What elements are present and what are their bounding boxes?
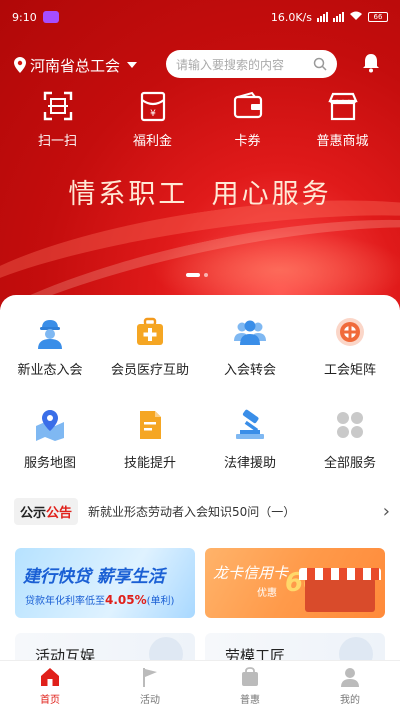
promo-card-title: 龙卡信用卡 xyxy=(213,564,289,582)
promo-card-sub: 优惠 xyxy=(257,588,277,599)
tab-home[interactable]: 首页 xyxy=(0,661,100,711)
promo-credit-card[interactable]: 龙卡信用卡 666 优惠 xyxy=(205,548,385,618)
service-new-member[interactable]: 新业态入会 xyxy=(0,315,100,378)
signal-icon xyxy=(333,12,344,22)
store-icon xyxy=(327,92,358,121)
service-label: 新业态入会 xyxy=(17,363,83,378)
notice-tag: 公示公告 xyxy=(14,497,79,525)
carousel-indicator xyxy=(186,273,208,277)
location-label: 河南省总工会 xyxy=(30,56,121,75)
notice-text: 新就业形态劳动者入会知识50问（一） xyxy=(88,504,296,519)
promo-loan-suffix: (单利) xyxy=(146,596,175,607)
promo-loan-rate: 4.05% xyxy=(105,593,147,607)
location-selector[interactable]: 河南省总工会 xyxy=(14,55,138,76)
service-label: 法律援助 xyxy=(223,456,276,471)
quick-action-label: 扫一扫 xyxy=(37,134,77,149)
service-label: 入会转会 xyxy=(223,363,276,378)
service-label: 全部服务 xyxy=(323,456,376,471)
app-notification-icon xyxy=(42,11,59,23)
market-stall-illustration xyxy=(299,568,381,612)
quick-action-label: 福利金 xyxy=(132,134,172,149)
tab-profile[interactable]: 我的 xyxy=(300,661,400,711)
notice-tag-part2: 公告 xyxy=(46,505,73,521)
user-icon xyxy=(341,668,359,687)
notice-bar[interactable]: 公示公告 新就业形态劳动者入会知识50问（一） › xyxy=(14,495,390,527)
service-union-matrix[interactable]: 工会矩阵 xyxy=(300,315,400,378)
quick-action-welfare[interactable]: ¥ 福利金 xyxy=(113,90,193,149)
caret-down-icon xyxy=(127,62,138,68)
service-grid: 新业态入会 会员医疗互助 入会转会 工会矩阵 服务地图 技能提升 法律援助 全部… xyxy=(0,315,400,471)
svg-text:¥: ¥ xyxy=(150,109,156,119)
carousel-dot xyxy=(204,273,208,277)
service-all[interactable]: 全部服务 xyxy=(300,408,400,471)
promo-banners: 建行快贷 薪享生活 贷款年化利率低至4.05%(单利) 龙卡信用卡 666 优惠 xyxy=(15,548,385,618)
status-bar: 9:10 16.0K/s 66 xyxy=(0,0,400,34)
promo-loan-prefix: 贷款年化利率低至 xyxy=(25,596,105,607)
promo-loan-subtitle: 贷款年化利率低至4.05%(单利) xyxy=(25,592,174,607)
service-map[interactable]: 服务地图 xyxy=(0,408,100,471)
tab-benefits[interactable]: 普惠 xyxy=(200,661,300,711)
tab-label: 普惠 xyxy=(240,695,260,706)
quick-action-label: 普惠商城 xyxy=(316,134,369,149)
quick-action-coupons[interactable]: 卡券 xyxy=(208,90,288,149)
union-emblem-icon xyxy=(336,318,364,346)
tab-label: 我的 xyxy=(340,695,360,706)
service-skills[interactable]: 技能提升 xyxy=(100,408,200,471)
quick-actions: 扫一扫 ¥ 福利金 卡券 普惠商城 xyxy=(0,90,400,149)
chevron-right-icon: › xyxy=(382,500,390,522)
promo-loan-title: 建行快贷 薪享生活 xyxy=(23,567,165,587)
worker-icon xyxy=(38,320,62,349)
carousel-dot-active xyxy=(186,273,200,277)
tab-label: 首页 xyxy=(40,695,60,706)
header: 河南省总工会 请输入要搜索的内容 xyxy=(0,48,400,82)
battery-icon: 66 xyxy=(368,12,388,22)
map-pin-icon xyxy=(36,410,64,441)
main-panel: 新业态入会 会员医疗互助 入会转会 工会矩阵 服务地图 技能提升 法律援助 全部… xyxy=(0,295,400,675)
service-label: 技能提升 xyxy=(123,456,176,471)
bottom-tab-bar: 首页 活动 普惠 我的 xyxy=(0,660,400,711)
medical-kit-icon xyxy=(137,317,163,345)
scan-icon xyxy=(43,91,72,121)
notice-tag-part1: 公示 xyxy=(20,505,47,521)
flag-icon xyxy=(143,668,157,687)
status-time: 9:10 xyxy=(12,10,37,24)
grid-icon xyxy=(337,412,363,438)
top-banner-area xyxy=(0,0,400,310)
network-speed: 16.0K/s xyxy=(270,10,312,24)
document-icon xyxy=(140,411,161,439)
people-group-icon xyxy=(234,320,266,345)
quick-action-scan[interactable]: 扫一扫 xyxy=(18,90,98,149)
home-icon xyxy=(41,668,59,686)
service-label: 工会矩阵 xyxy=(323,363,376,378)
quick-action-store[interactable]: 普惠商城 xyxy=(303,90,383,149)
search-input[interactable]: 请输入要搜索的内容 xyxy=(166,50,337,78)
red-envelope-icon: ¥ xyxy=(140,91,165,122)
tab-label: 活动 xyxy=(140,695,160,706)
gavel-icon xyxy=(236,409,264,439)
search-placeholder: 请输入要搜索的内容 xyxy=(176,57,285,72)
tab-activities[interactable]: 活动 xyxy=(100,661,200,711)
shopping-bag-icon xyxy=(242,667,258,686)
banner-slogan: 情系职工 用心服务 xyxy=(68,179,332,210)
wifi-icon xyxy=(349,11,363,24)
wallet-icon xyxy=(233,91,262,119)
service-join-transfer[interactable]: 入会转会 xyxy=(200,315,300,378)
service-legal-aid[interactable]: 法律援助 xyxy=(200,408,300,471)
location-pin-icon xyxy=(14,57,26,73)
notification-bell-icon[interactable] xyxy=(362,53,380,77)
signal-icon xyxy=(317,12,328,22)
promo-loan[interactable]: 建行快贷 薪享生活 贷款年化利率低至4.05%(单利) xyxy=(15,548,195,618)
search-icon xyxy=(313,57,327,71)
quick-action-label: 卡券 xyxy=(234,134,261,149)
service-label: 会员医疗互助 xyxy=(110,363,189,378)
service-label: 服务地图 xyxy=(23,456,76,471)
service-medical-aid[interactable]: 会员医疗互助 xyxy=(100,315,200,378)
